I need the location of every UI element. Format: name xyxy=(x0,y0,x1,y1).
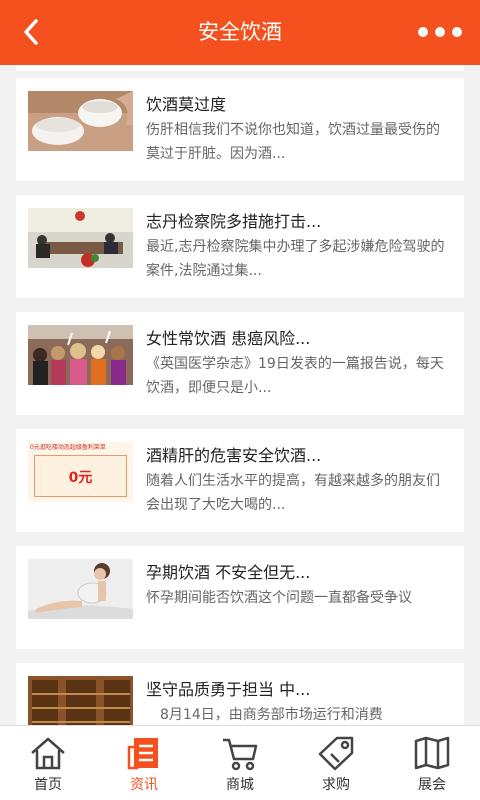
article-thumbnail: 0元逛吃楼动态超级盈利菜单 0元 xyxy=(28,442,133,502)
tab-label: 资讯 xyxy=(130,777,158,793)
home-icon xyxy=(31,737,65,770)
article-thumbnail xyxy=(28,208,133,268)
tab-label: 首页 xyxy=(34,777,62,793)
article-summary: 最近,志丹检察院集中办理了多起涉嫌危险驾驶的案件,法院通过集... xyxy=(146,239,445,279)
coupon-banner-text: 0元逛吃楼动态超级盈利菜单 xyxy=(30,444,106,451)
bottom-tab-bar: 首页 资讯 商城 求购 展会 xyxy=(0,725,480,800)
news-icon xyxy=(127,738,158,770)
article-thumbnail xyxy=(28,91,133,151)
tab-label: 求购 xyxy=(322,777,350,793)
pregnant-woman-photo xyxy=(28,559,133,619)
party-photo xyxy=(28,325,133,385)
article-title: 饮酒莫过度 xyxy=(146,95,227,114)
article-summary: 怀孕期间能否饮酒这个问题一直都备受争议 xyxy=(146,590,412,606)
list-item[interactable]: 女性常饮酒 患癌风险... 《英国医学杂志》19日发表的一篇报告说，每天饮酒，即… xyxy=(16,312,464,415)
header-bar: 安全饮酒 xyxy=(0,0,480,65)
tab-exhibition[interactable]: 展会 xyxy=(384,726,480,800)
list-item[interactable]: 0元逛吃楼动态超级盈利菜单 0元 酒精肝的危害安全饮酒... 随着人们生活水平的… xyxy=(16,429,464,532)
article-summary: 伤肝相信我们不说你也知道，饮酒过量最受伤的莫过于肝脏。因为酒... xyxy=(146,122,440,162)
tab-purchase[interactable]: 求购 xyxy=(288,726,384,800)
article-title: 坚守品质勇于担当 中... xyxy=(146,680,311,699)
coupon-amount: 0元 xyxy=(68,470,93,486)
article-thumbnail xyxy=(28,559,133,619)
map-icon xyxy=(414,736,450,770)
list-item[interactable]: 孕期饮酒 不安全但无... 怀孕期间能否饮酒这个问题一直都备受争议 xyxy=(16,546,464,649)
article-thumbnail xyxy=(28,676,133,725)
list-item[interactable]: 饮酒莫过度 伤肝相信我们不说你也知道，饮酒过量最受伤的莫过于肝脏。因为酒... xyxy=(16,78,464,181)
meeting-photo xyxy=(28,208,133,268)
article-thumbnail xyxy=(28,325,133,385)
cart-icon xyxy=(223,738,258,771)
article-title: 酒精肝的危害安全饮酒... xyxy=(146,446,322,465)
tag-icon xyxy=(318,736,354,771)
tab-news[interactable]: 资讯 xyxy=(96,726,192,800)
tab-home[interactable]: 首页 xyxy=(0,726,96,800)
article-summary: 8月14日，由商务部市场运行和消费 xyxy=(146,707,383,723)
article-title: 女性常饮酒 患癌风险... xyxy=(146,329,311,348)
article-title: 志丹检察院多措施打击... xyxy=(146,212,322,231)
article-list[interactable]: 饮酒莫过度 伤肝相信我们不说你也知道，饮酒过量最受伤的莫过于肝脏。因为酒... … xyxy=(0,65,480,725)
page-title: 安全饮酒 xyxy=(198,20,282,44)
more-button[interactable] xyxy=(418,22,462,42)
tab-label: 展会 xyxy=(418,777,446,793)
list-item-previous-edge xyxy=(16,65,464,71)
tab-mall[interactable]: 商城 xyxy=(192,726,288,800)
wine-cellar-photo xyxy=(28,676,133,725)
article-summary: 随着人们生活水平的提高，有越来越多的朋友们会出现了大吃大喝的... xyxy=(146,473,440,513)
more-dots-icon xyxy=(418,27,428,37)
tab-label: 商城 xyxy=(226,777,254,793)
list-item[interactable]: 志丹检察院多措施打击... 最近,志丹检察院集中办理了多起涉嫌危险驾驶的案件,法… xyxy=(16,195,464,298)
cups-photo xyxy=(28,91,133,151)
article-title: 孕期饮酒 不安全但无... xyxy=(146,563,311,582)
article-summary: 《英国医学杂志》19日发表的一篇报告说，每天饮酒，即便只是小... xyxy=(146,356,444,396)
list-item[interactable]: 坚守品质勇于担当 中... 8月14日，由商务部市场运行和消费 xyxy=(16,663,464,725)
